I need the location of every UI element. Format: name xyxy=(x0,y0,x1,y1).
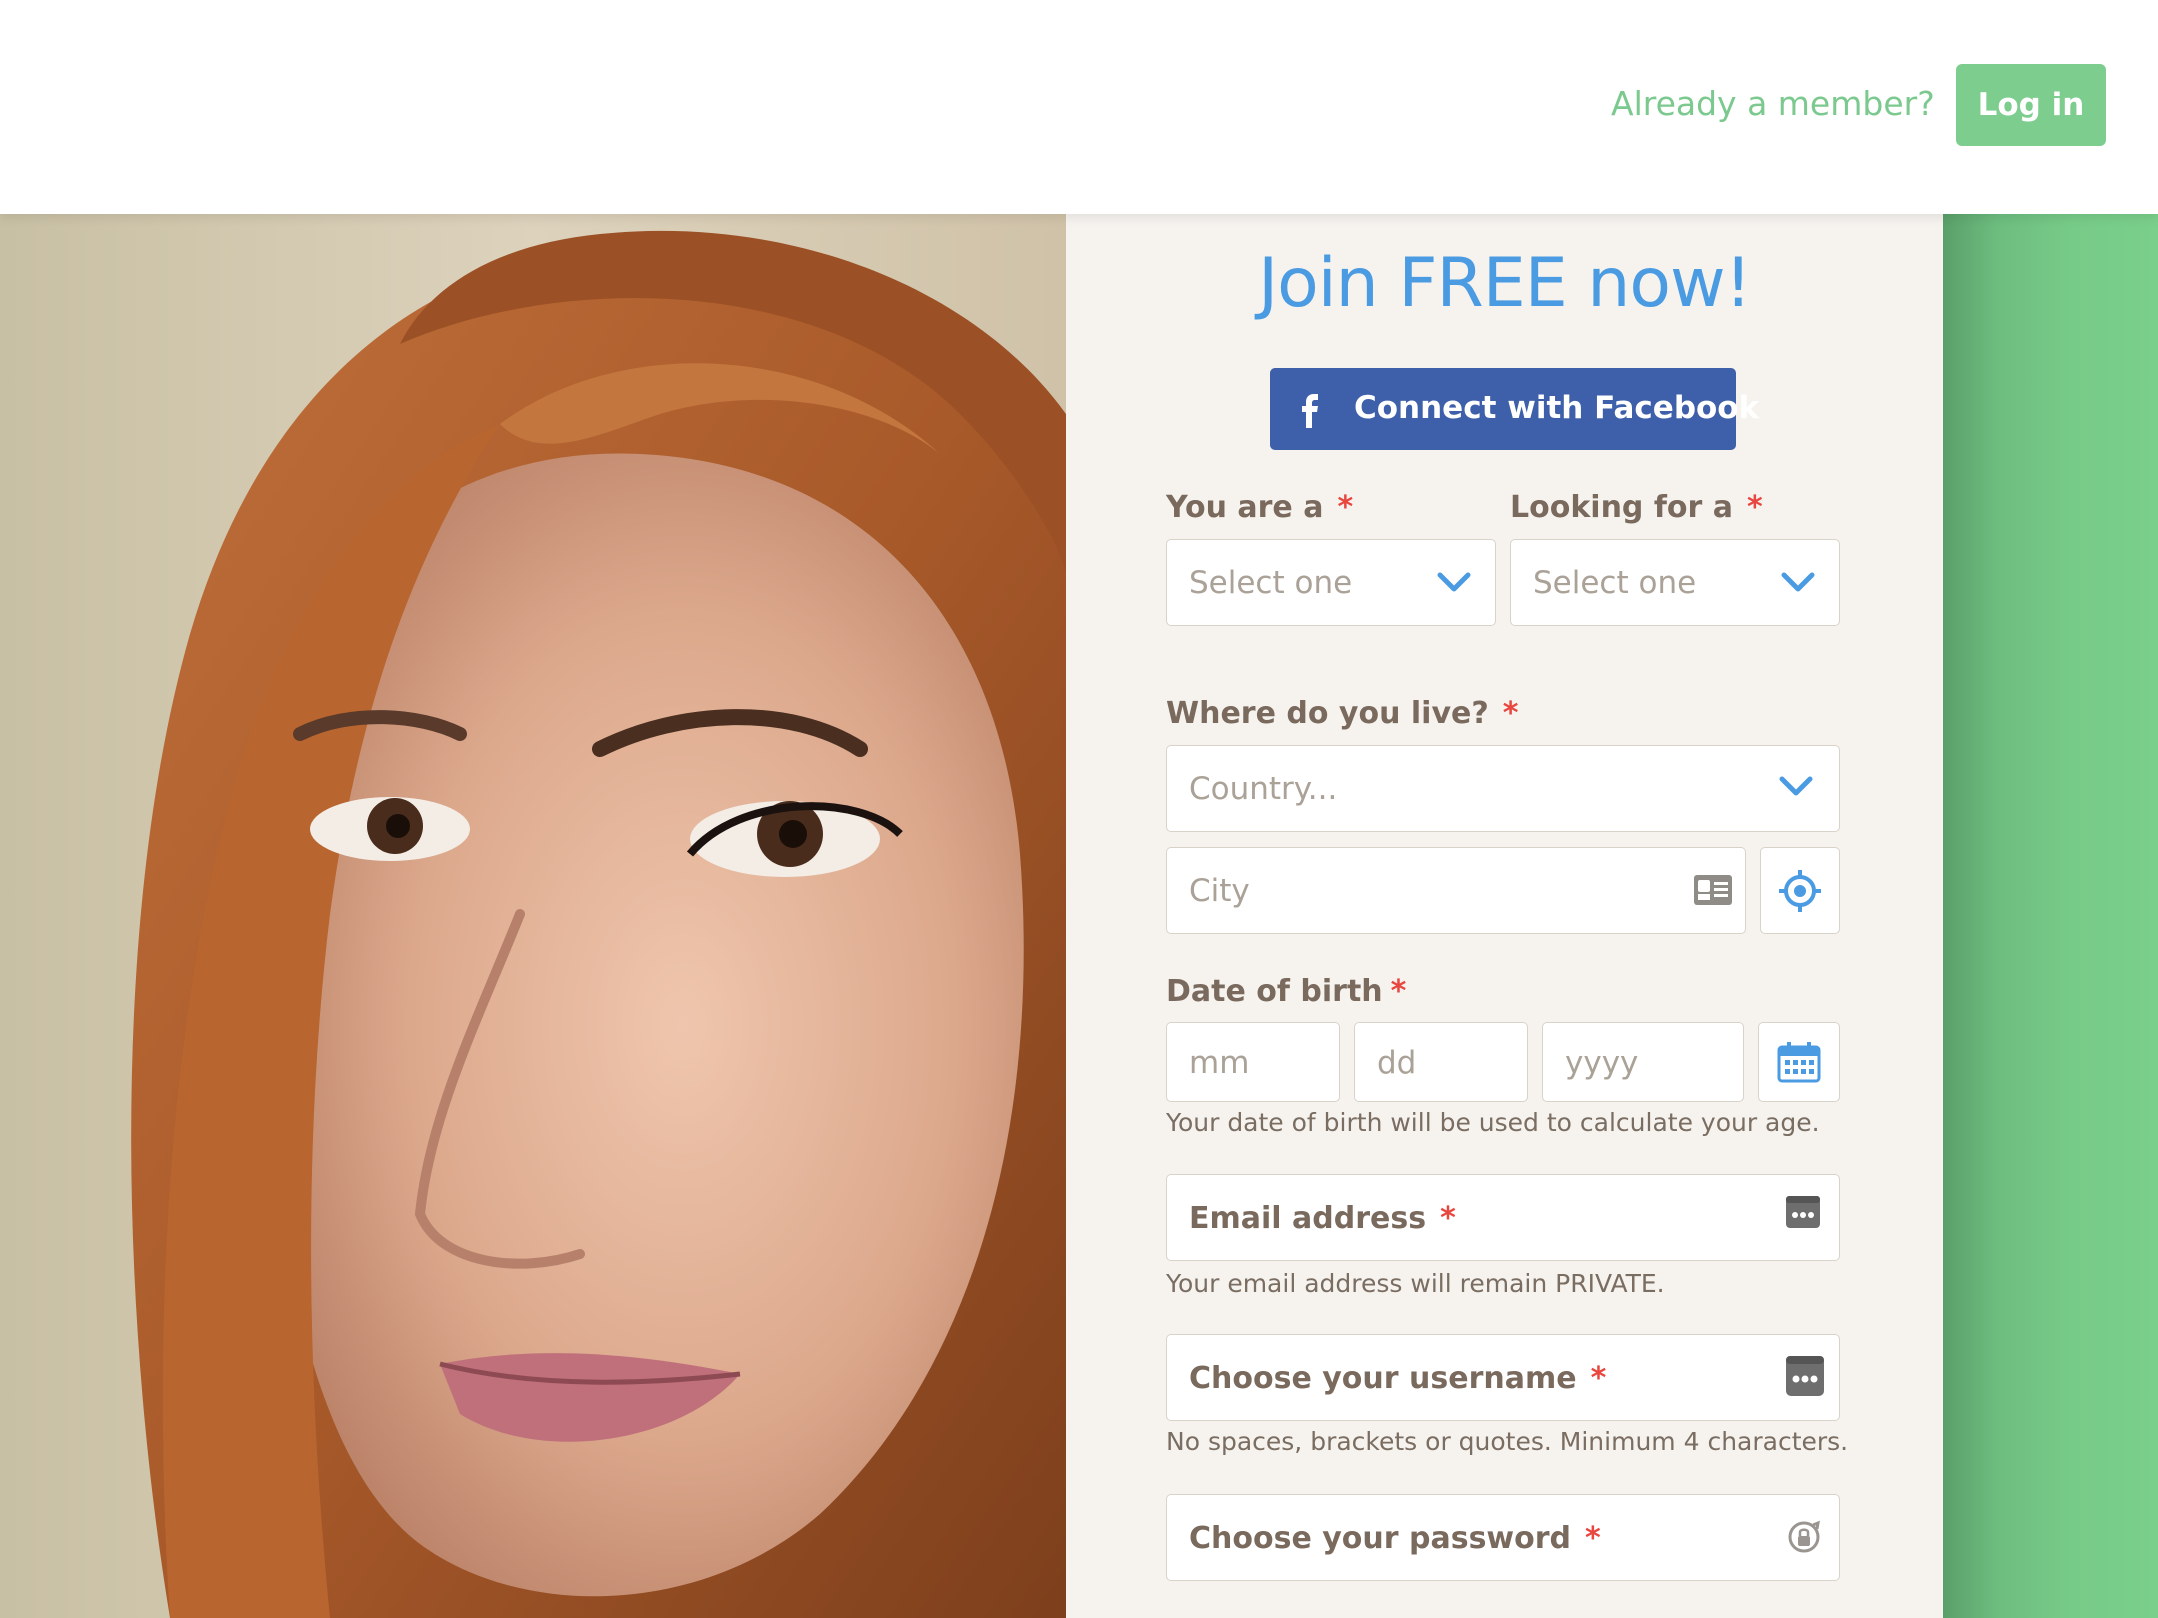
lock-refresh-icon[interactable] xyxy=(1787,1517,1821,1557)
woman-portrait-illustration xyxy=(0,214,1066,1618)
required-asterisk: * xyxy=(1390,974,1407,1009)
email-label: Email address * xyxy=(1189,1201,1456,1236)
you-are-label-text: You are a xyxy=(1166,490,1324,525)
already-member-text: Already a member? xyxy=(1611,84,1935,123)
login-button[interactable]: Log in xyxy=(1956,64,2106,146)
email-help-text: Your email address will remain PRIVATE. xyxy=(1166,1269,1665,1298)
required-asterisk: * xyxy=(1585,1521,1601,1556)
username-help-text: No spaces, brackets or quotes. Minimum 4… xyxy=(1166,1427,1849,1456)
hero-photo xyxy=(0,214,1066,1618)
you-are-label: You are a * xyxy=(1166,490,1353,525)
password-field[interactable]: Choose your password * xyxy=(1166,1494,1840,1581)
facebook-icon xyxy=(1302,394,1318,428)
required-asterisk: * xyxy=(1590,1361,1607,1396)
city-placeholder: City xyxy=(1189,873,1250,909)
top-header: Already a member? Log in xyxy=(0,0,2158,214)
country-select[interactable]: Country... xyxy=(1166,745,1840,832)
username-label: Choose your username * xyxy=(1189,1361,1606,1396)
looking-for-label-text: Looking for a xyxy=(1510,490,1733,525)
looking-for-placeholder: Select one xyxy=(1533,565,1697,601)
password-label: Choose your password * xyxy=(1189,1521,1601,1556)
form-title: Join FREE now! xyxy=(1258,244,1752,323)
looking-for-label: Looking for a * xyxy=(1510,490,1763,525)
required-asterisk: * xyxy=(1440,1201,1456,1236)
dob-day-placeholder: dd xyxy=(1377,1045,1417,1081)
calendar-button[interactable] xyxy=(1758,1022,1840,1102)
you-are-select[interactable]: Select one xyxy=(1166,539,1496,626)
decorative-green-band xyxy=(1943,214,2158,1618)
username-field[interactable]: Choose your username * xyxy=(1166,1334,1840,1421)
required-asterisk: * xyxy=(1747,490,1763,525)
looking-for-select[interactable]: Select one xyxy=(1510,539,1840,626)
required-asterisk: * xyxy=(1502,696,1519,731)
calendar-icon xyxy=(1777,1042,1821,1083)
dob-day-input[interactable]: dd xyxy=(1354,1022,1528,1102)
city-input[interactable]: City xyxy=(1166,847,1746,934)
signup-form-panel: Join FREE now! Connect with Facebook You… xyxy=(1066,214,1943,1618)
dob-month-placeholder: mm xyxy=(1189,1045,1250,1081)
crosshair-location-icon xyxy=(1779,870,1821,912)
dob-help-text: Your date of birth will be used to calcu… xyxy=(1166,1108,1820,1137)
password-manager-icon[interactable] xyxy=(1785,1355,1825,1397)
password-manager-icon[interactable] xyxy=(1785,1195,1821,1229)
location-label: Where do you live? * xyxy=(1166,696,1518,731)
dob-label-text: Date of birth xyxy=(1166,974,1383,1009)
chevron-down-icon xyxy=(1781,572,1815,592)
connect-facebook-button[interactable]: Connect with Facebook xyxy=(1270,368,1759,450)
location-label-text: Where do you live? xyxy=(1166,696,1489,731)
email-field[interactable]: Email address * xyxy=(1166,1174,1840,1261)
dob-year-input[interactable]: yyyy xyxy=(1542,1022,1744,1102)
dob-label: Date of birth * xyxy=(1166,974,1406,1009)
dob-month-input[interactable]: mm xyxy=(1166,1022,1340,1102)
required-asterisk: * xyxy=(1337,490,1354,525)
country-placeholder: Country... xyxy=(1189,771,1338,807)
username-label-text: Choose your username xyxy=(1189,1361,1577,1396)
chevron-down-icon xyxy=(1779,776,1813,796)
facebook-button-label: Connect with Facebook xyxy=(1354,390,1760,426)
chevron-down-icon xyxy=(1437,572,1471,592)
email-label-text: Email address xyxy=(1189,1201,1427,1236)
you-are-placeholder: Select one xyxy=(1189,565,1353,601)
locate-me-button[interactable] xyxy=(1760,847,1840,934)
password-label-text: Choose your password xyxy=(1189,1521,1572,1556)
dob-year-placeholder: yyyy xyxy=(1565,1045,1639,1081)
contact-card-icon xyxy=(1694,875,1732,905)
